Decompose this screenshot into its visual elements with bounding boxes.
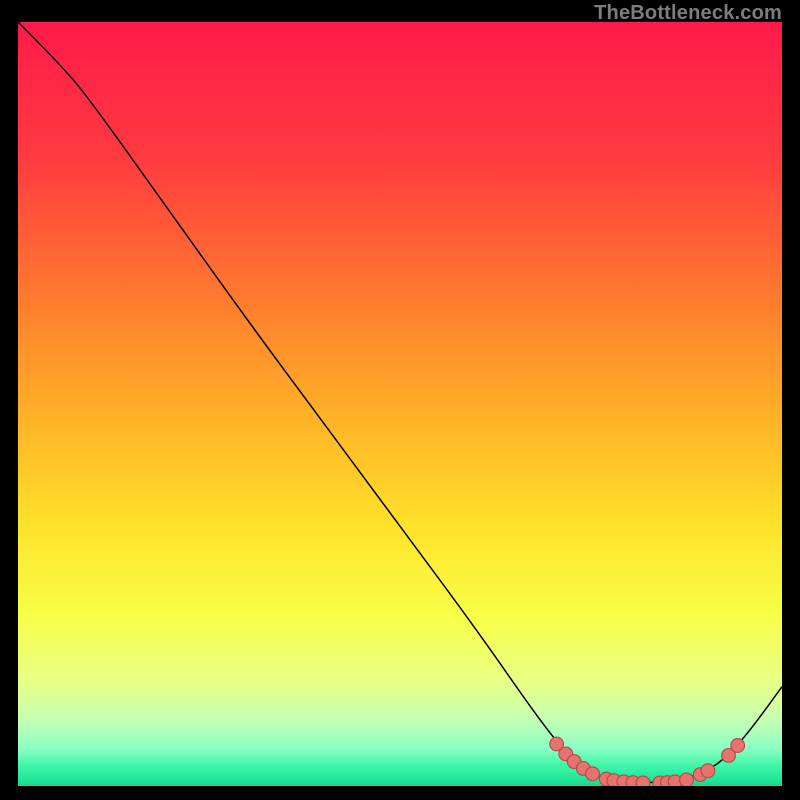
sample-dot xyxy=(701,764,715,778)
sample-dot xyxy=(636,776,650,786)
sample-dot xyxy=(680,773,694,786)
sample-dot xyxy=(731,739,745,753)
bottleneck-chart xyxy=(18,22,782,786)
gradient-background xyxy=(18,22,782,786)
sample-dot xyxy=(586,767,600,781)
chart-stage: TheBottleneck.com xyxy=(0,0,800,800)
